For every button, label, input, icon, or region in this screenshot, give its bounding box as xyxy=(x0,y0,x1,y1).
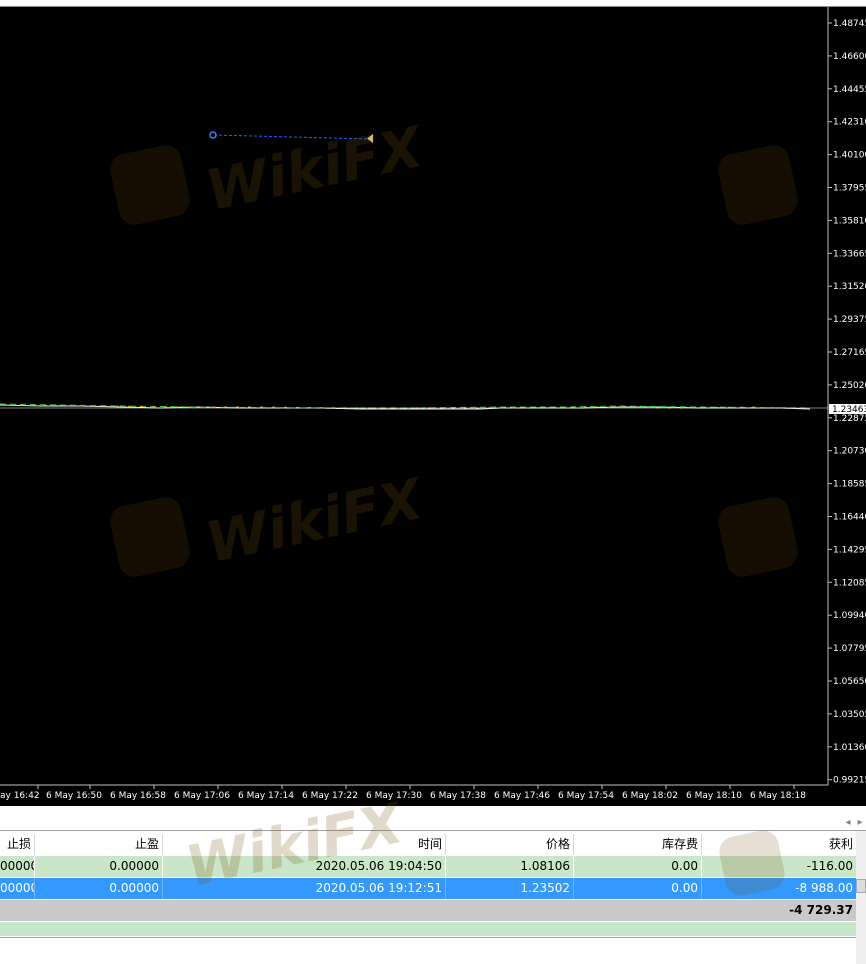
time-tick-label: 6 May 16:58 xyxy=(110,791,166,801)
header-price[interactable]: 价格 xyxy=(446,834,574,855)
chart-terminal-gap xyxy=(0,806,866,828)
header-take-profit[interactable]: 止盈 xyxy=(35,834,163,855)
cell-profit: -8 988.00 xyxy=(795,881,853,895)
trade-open-marker[interactable] xyxy=(209,131,217,139)
cell-stop-loss: 00000 xyxy=(0,856,35,877)
price-tick-label: 1.25020 xyxy=(833,381,866,391)
price-tick-label: 1.09940 xyxy=(833,611,866,621)
time-tick-label: 6 May 18:02 xyxy=(622,791,678,801)
price-tick-label: 1.14295 xyxy=(833,545,866,555)
price-tick-label: 1.42310 xyxy=(833,118,866,128)
time-tick-label: 6 May 16:50 xyxy=(46,791,102,801)
price-tick-label: 0.99215 xyxy=(833,776,866,786)
price-tick-label: 1.31520 xyxy=(833,282,866,292)
time-tick-label: 6 May 17:06 xyxy=(174,791,230,801)
cell-price: 1.08106 xyxy=(446,856,574,877)
trade-history-line[interactable] xyxy=(213,134,371,140)
vertical-scrollbar[interactable] xyxy=(856,831,866,964)
cell-time: 2020.05.06 19:12:51 xyxy=(163,878,446,899)
cell-swap: 0.00 xyxy=(574,878,702,899)
time-tick-label: 6 May 18:10 xyxy=(686,791,742,801)
chart-canvas[interactable]: 1.48745 1.46600 1.44455 1.42310 1.40100 1.379… xyxy=(0,7,866,807)
time-tick-label: ay 16:42 xyxy=(0,791,40,801)
scrollbar-thumb[interactable] xyxy=(856,879,866,893)
price-tick-label: 1.27165 xyxy=(833,348,866,358)
price-tick-label: 1.20730 xyxy=(833,447,866,457)
price-tick-label: 1.29375 xyxy=(833,315,866,325)
price-tick-label: 1.48745 xyxy=(833,19,866,29)
time-tick-label: 6 May 17:30 xyxy=(366,791,422,801)
cell-price: 1.23502 xyxy=(446,878,574,899)
price-tick-label: 1.33665 xyxy=(833,249,866,259)
cell-time: 2020.05.06 19:04:50 xyxy=(163,856,446,877)
table-header: 止损 止盈 时间 价格 库存费 获利 xyxy=(0,834,856,855)
price-chart[interactable]: 1.48745 1.46600 1.44455 1.42310 1.40100 1.379… xyxy=(0,6,866,806)
time-tick-label: 6 May 17:38 xyxy=(430,791,486,801)
price-tick-label: 1.01360 xyxy=(833,743,866,753)
scroll-left-icon[interactable]: ◂ xyxy=(842,817,854,828)
price-tick-label: 1.46600 xyxy=(833,52,866,62)
horizontal-scroll-arrows[interactable]: ◂ ▸ xyxy=(842,810,866,828)
price-tick-label: 1.16440 xyxy=(833,513,866,523)
cell-take-profit: 0.00000 xyxy=(35,878,163,899)
price-tick-label: 1.44455 xyxy=(833,85,866,95)
cell-take-profit: 0.00000 xyxy=(35,856,163,877)
price-tick-label: 1.40100 xyxy=(833,151,866,161)
price-tick-label: 1.22875 xyxy=(833,414,866,424)
price-axis: 1.48745 1.46600 1.44455 1.42310 1.40100 1.379… xyxy=(828,19,866,786)
time-tick-label: 6 May 17:54 xyxy=(558,791,614,801)
time-tick-label: 6 May 18:18 xyxy=(750,791,806,801)
current-price-label: 1.23463 xyxy=(832,405,866,415)
time-tick-label: 6 May 17:14 xyxy=(238,791,294,801)
table-row-selected[interactable]: 00000 0.00000 2020.05.06 19:12:51 1.2350… xyxy=(0,878,856,899)
price-tick-label: 1.03505 xyxy=(833,710,866,720)
time-tick-label: 6 May 17:46 xyxy=(494,791,550,801)
price-tick-label: 1.05650 xyxy=(833,677,866,687)
total-row: -4 729.37 xyxy=(0,900,856,921)
price-tick-label: 1.35810 xyxy=(833,216,866,226)
price-tick-label: 1.18585 xyxy=(833,480,866,490)
total-profit: -4 729.37 xyxy=(789,903,853,917)
terminal-panel[interactable]: 止损 止盈 时间 价格 库存费 获利 00000 0.00000 2020.05… xyxy=(0,791,866,964)
cell-stop-loss: 00000 xyxy=(0,878,35,899)
price-tick-label: 1.12085 xyxy=(833,578,866,588)
header-time[interactable]: 时间 xyxy=(163,834,446,855)
price-tick-label: 1.37955 xyxy=(833,184,866,194)
trade-close-marker[interactable] xyxy=(367,134,373,143)
cell-profit: -116.00 xyxy=(806,859,853,873)
pending-orders-bar xyxy=(0,922,856,936)
time-tick-label: 6 May 17:22 xyxy=(302,791,358,801)
terminal-bottom-divider xyxy=(0,937,866,938)
time-axis: ay 16:42 6 May 16:50 6 May 16:58 6 May 17:0… xyxy=(0,785,806,801)
table-row[interactable]: 00000 0.00000 2020.05.06 19:04:50 1.0810… xyxy=(0,856,856,877)
cell-swap: 0.00 xyxy=(574,856,702,877)
header-stop-loss[interactable]: 止损 xyxy=(0,834,35,855)
header-profit[interactable]: 获利 xyxy=(702,834,856,855)
scroll-right-icon[interactable]: ▸ xyxy=(854,817,866,828)
price-tick-label: 1.07795 xyxy=(833,644,866,654)
header-swap[interactable]: 库存费 xyxy=(574,834,702,855)
